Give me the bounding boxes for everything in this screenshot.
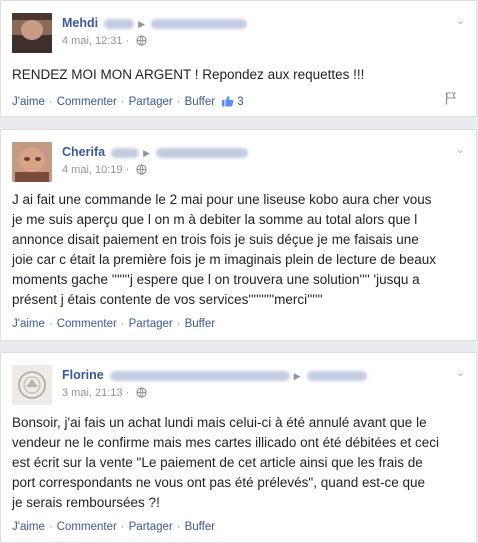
author-line: Florine ▶ [62,367,367,384]
avatar-image [12,13,52,53]
redacted-page-name [156,147,248,158]
separator: · [176,96,181,108]
separator: · [120,521,125,533]
globe-icon [136,35,148,46]
like-link[interactable]: J'aime [12,96,45,108]
arrow-right-icon: ▶ [293,370,301,381]
avatar-image [12,142,52,182]
globe-icon [136,387,148,398]
avatar-image [12,365,52,405]
redacted-surname [104,18,135,29]
avatar[interactable] [12,13,52,53]
post-actions: J'aime · Commenter · Partager · Buffer [12,318,215,330]
comment-link[interactable]: Commenter [57,96,117,108]
timestamp[interactable]: 3 mai, 21:13 [62,387,123,399]
like-count-value: 3 [237,96,244,108]
post-1: Mehdi ▶ 4 mai, 12:31 · ⌄ RENDEZ MOI MON A… [0,0,477,117]
share-link[interactable]: Partager [129,96,173,108]
globe-icon [136,164,148,175]
thumbs-up-icon [222,96,234,107]
separator: · [120,318,125,330]
post-text: Bonsoir, j'ai fais un achat lundi mais c… [12,415,439,510]
timestamp[interactable]: 4 mai, 12:31 [62,35,123,47]
arrow-right-icon: ▶ [143,147,150,158]
post-text: J ai fait une commande le 2 mai pour une… [12,192,436,307]
author-name[interactable]: Florine [62,368,104,382]
redacted-surname [109,370,290,381]
timestamp[interactable]: 4 mai, 10:19 [62,164,123,176]
post-meta: 3 mai, 21:13 · [62,387,148,399]
chevron-down-icon[interactable]: ⌄ [456,14,465,27]
author-name[interactable]: Mehdi [62,16,98,30]
like-link[interactable]: J'aime [12,521,45,533]
post-3: Florine ▶ 3 mai, 21:13 · ⌄ Bonsoir, j'ai … [0,352,477,543]
author-line: Mehdi ▶ [62,15,248,32]
dot-separator: · [125,164,130,176]
separator: · [48,521,53,533]
post-actions: J'aime · Commenter · Partager · Buffer [12,521,215,533]
separator: · [48,318,53,330]
dot-separator: · [125,387,130,399]
dot-separator: · [125,35,130,47]
author-line: Cherifa ▶ [62,144,248,161]
arrow-right-icon: ▶ [138,18,146,29]
post-meta: 4 mai, 12:31 · [62,35,148,47]
comment-link[interactable]: Commenter [57,521,117,533]
buffer-link[interactable]: Buffer [185,318,215,330]
separator: · [48,96,53,108]
comment-link[interactable]: Commenter [57,318,117,330]
separator: · [176,521,181,533]
like-count[interactable]: 3 [221,96,244,108]
buffer-link[interactable]: Buffer [185,96,215,108]
post-actions: J'aime · Commenter · Partager · Buffer 3 [12,95,244,108]
separator: · [120,96,125,108]
redacted-page-name [306,370,367,381]
share-link[interactable]: Partager [129,318,173,330]
separator: · [176,318,181,330]
chevron-down-icon[interactable]: ⌄ [456,143,465,156]
post-text: RENDEZ MOI MON ARGENT ! Repondez aux req… [12,67,365,82]
post-2: Cherifa ▶ 4 mai, 10:19 · ⌄ J ai fait une … [0,129,477,341]
avatar[interactable] [12,365,52,405]
author-name[interactable]: Cherifa [62,145,105,159]
avatar[interactable] [12,142,52,182]
redacted-page-name [151,18,248,29]
post-meta: 4 mai, 10:19 · [62,164,148,176]
chevron-down-icon[interactable]: ⌄ [456,366,465,379]
like-link[interactable]: J'aime [12,318,45,330]
redacted-surname [111,147,140,158]
share-link[interactable]: Partager [129,521,173,533]
flag-icon[interactable] [445,92,457,105]
buffer-link[interactable]: Buffer [185,521,215,533]
